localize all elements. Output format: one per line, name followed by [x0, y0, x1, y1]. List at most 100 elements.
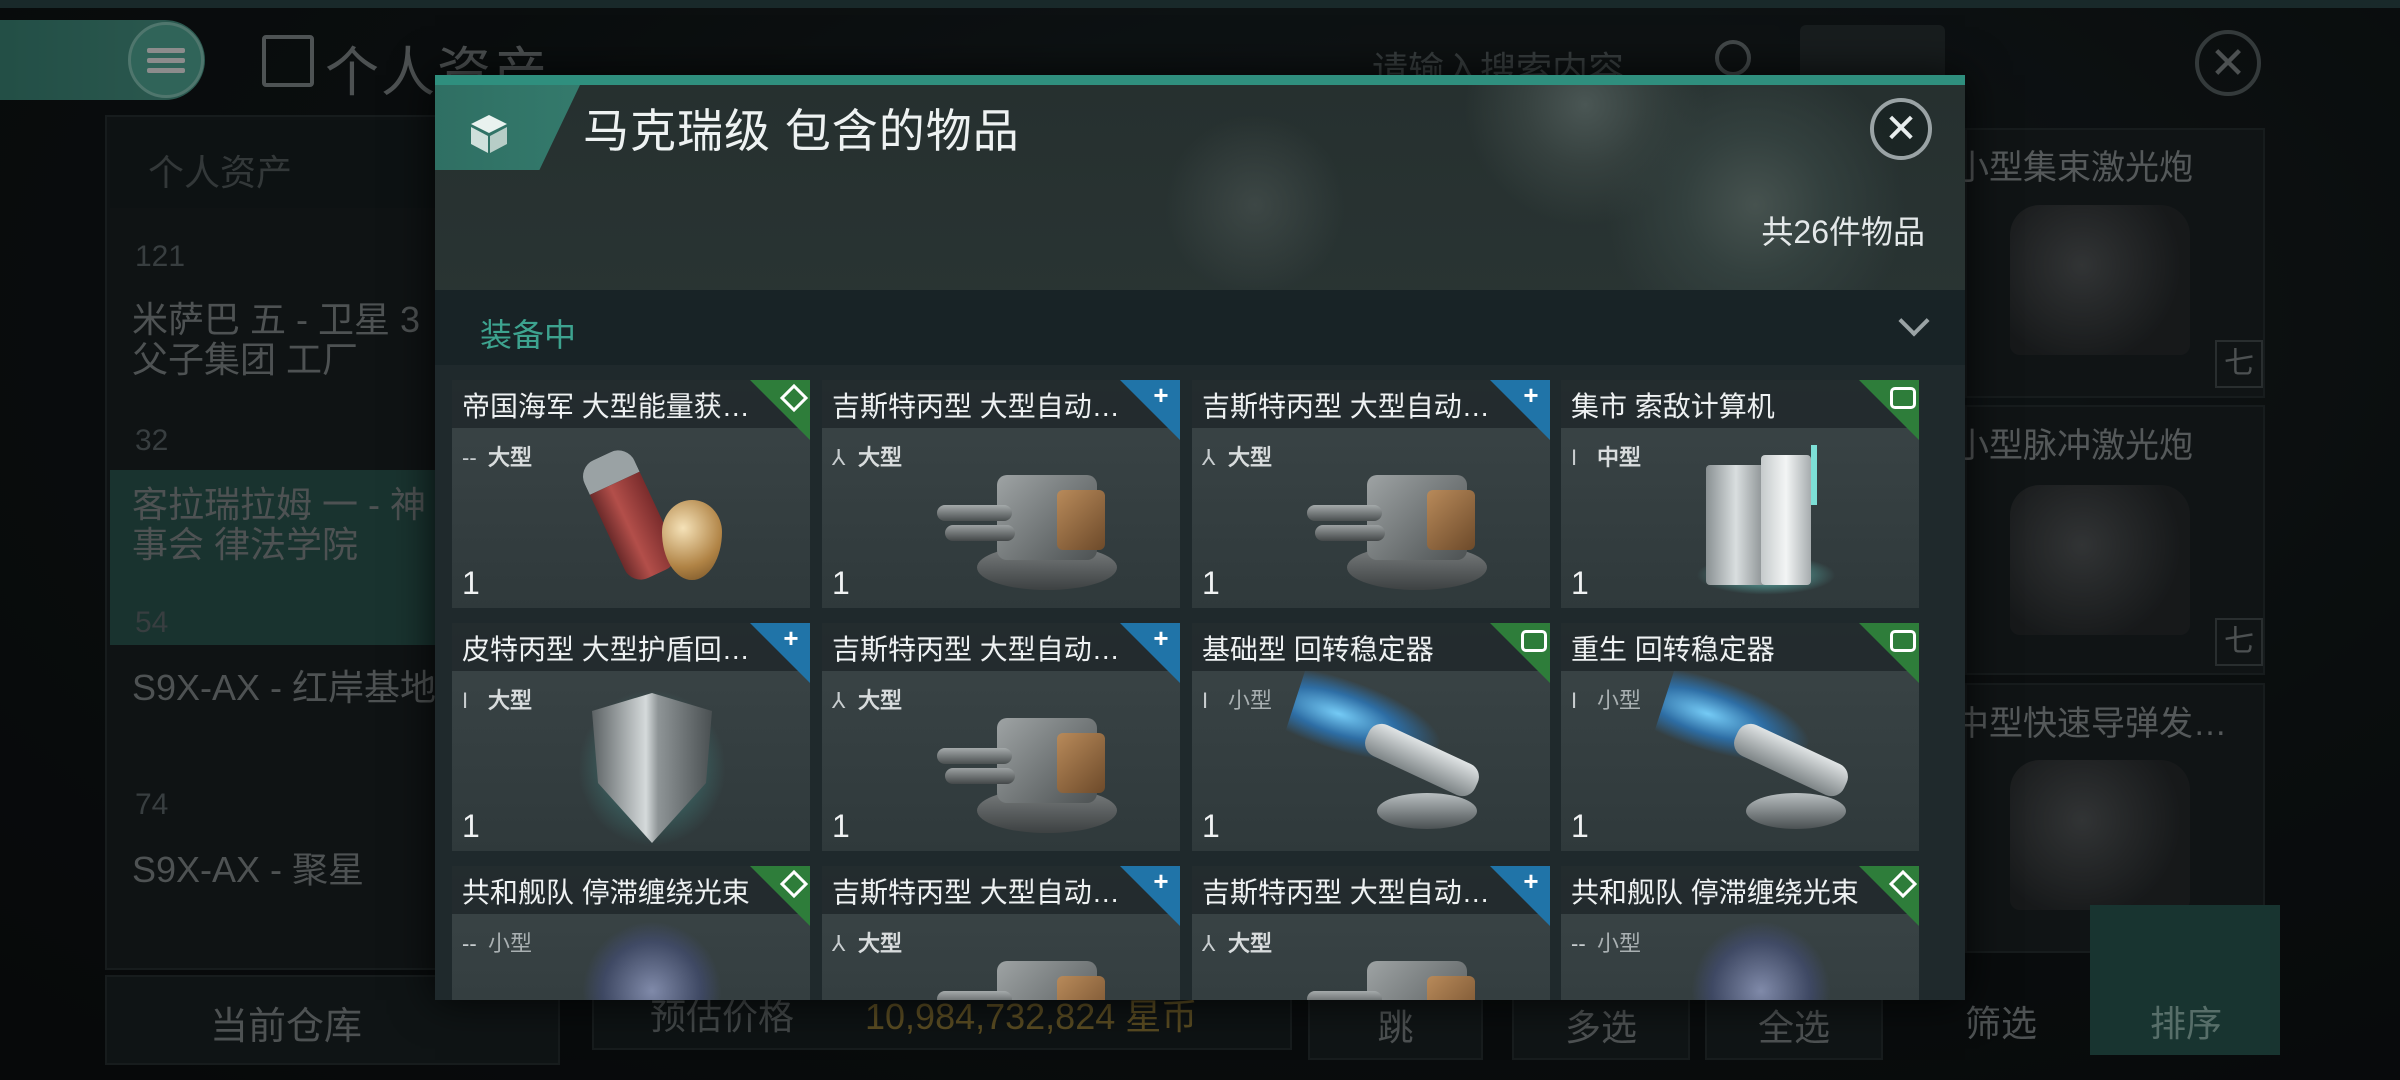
safe-icon — [262, 35, 314, 87]
item-card[interactable]: 吉斯特丙型 大型自动加… + ⅄ 大型 — [822, 866, 1180, 1000]
location-item-count: 121 — [135, 240, 186, 273]
item-meta: -- 小型 — [462, 926, 532, 958]
slot-type-icon: ⅄ — [1202, 931, 1216, 956]
item-art — [937, 450, 1137, 600]
item-art — [577, 444, 742, 600]
plus-icon: + — [1153, 380, 1169, 410]
item-name: 吉斯特丙型 大型自动加… — [832, 391, 1122, 422]
item-size: 大型 — [488, 688, 533, 713]
asset-card-art — [2010, 760, 2190, 910]
asset-card-label: 中型快速导弹发… — [1955, 705, 2227, 743]
slot-type-icon: -- — [462, 931, 477, 956]
item-quantity: 1 — [462, 565, 480, 601]
item-meta: -- 小型 — [1571, 926, 1641, 958]
item-meta: ⅄ 大型 — [832, 683, 902, 715]
sort-label: 排序 — [2150, 1003, 2223, 1044]
item-name: 共和舰队 停滞缠绕光束 — [1571, 877, 1859, 908]
location-name[interactable]: 米萨巴 五 - 卫星 3 — [132, 300, 420, 340]
item-art — [937, 936, 1137, 1000]
item-art — [582, 911, 732, 1000]
location-name[interactable]: 客拉瑞拉姆 一 - 神 — [132, 485, 426, 525]
item-card[interactable]: 重生 回转稳定器 I 小型 1 — [1561, 623, 1919, 851]
item-size: 小型 — [1597, 931, 1642, 956]
slot-type-icon: I — [1571, 688, 1578, 713]
ring-icon — [1887, 382, 1916, 409]
item-meta: ⅄ 大型 — [832, 926, 902, 958]
cargo-box-icon — [471, 115, 507, 153]
slot-type-icon: -- — [462, 445, 477, 470]
item-name: 吉斯特丙型 大型自动加… — [1202, 877, 1492, 908]
ring-icon — [1887, 625, 1916, 652]
diamond-icon — [778, 382, 804, 408]
asset-card-label: 小型集束激光炮 — [1955, 149, 2193, 187]
section-equipped-header[interactable]: 装备中 — [435, 290, 1965, 365]
item-meta: ⅄ 大型 — [1202, 926, 1272, 958]
slot-type-icon: ⅄ — [832, 931, 846, 956]
item-art — [1653, 666, 1871, 843]
item-quantity: 1 — [832, 565, 850, 601]
item-card[interactable]: 基础型 回转稳定器 I 小型 1 — [1192, 623, 1550, 851]
item-meta: I 大型 — [462, 683, 532, 715]
item-count-label: 共26件物品 — [1761, 214, 1925, 250]
contained-items-dialog: 马克瑞级 包含的物品 ✕ 共26件物品 装备中 帝国海军 大型能量获… -- 大型 1… — [435, 75, 1965, 1000]
section-equipped-label: 装备中 — [480, 317, 577, 353]
item-size: 大型 — [858, 445, 903, 470]
dialog-close-button[interactable]: ✕ — [1870, 98, 1932, 160]
menu-button[interactable] — [128, 22, 204, 98]
asset-card-badge: 七 — [2215, 618, 2263, 666]
item-meta: ⅄ 大型 — [832, 440, 902, 472]
slot-type-icon: I — [1202, 688, 1209, 713]
item-quantity: 1 — [1202, 808, 1220, 844]
plus-icon: + — [1523, 380, 1539, 410]
diamond-icon — [778, 868, 804, 894]
location-name[interactable]: S9X-AX - 红岸基地 — [132, 668, 436, 708]
item-quantity: 1 — [1571, 808, 1589, 844]
item-size: 大型 — [1228, 445, 1273, 470]
item-name: 重生 回转稳定器 — [1571, 634, 1775, 665]
plus-icon: + — [783, 623, 799, 653]
item-card[interactable]: 吉斯特丙型 大型自动加… + ⅄ 大型 1 — [1192, 380, 1550, 608]
item-card[interactable]: 吉斯特丙型 大型自动加… + ⅄ 大型 1 — [822, 380, 1180, 608]
item-card[interactable]: 吉斯特丙型 大型自动加… + ⅄ 大型 1 — [822, 623, 1180, 851]
item-name: 皮特丙型 大型护盾回… — [462, 634, 750, 665]
item-quantity: 1 — [1571, 565, 1589, 601]
slot-type-icon: -- — [1571, 931, 1586, 956]
item-art — [1307, 450, 1507, 600]
item-name: 吉斯特丙型 大型自动加… — [1202, 391, 1492, 422]
plus-icon: + — [1153, 866, 1169, 896]
item-card[interactable]: 共和舰队 停滞缠绕光束 -- 小型 — [1561, 866, 1919, 1000]
item-size: 中型 — [1597, 445, 1642, 470]
item-name: 共和舰队 停滞缠绕光束 — [462, 877, 750, 908]
item-art — [1284, 666, 1502, 843]
item-card[interactable]: 吉斯特丙型 大型自动加… + ⅄ 大型 — [1192, 866, 1550, 1000]
search-icon[interactable] — [1715, 40, 1751, 76]
item-art — [572, 683, 732, 851]
asset-card-art — [2010, 205, 2190, 355]
slot-type-icon: ⅄ — [832, 688, 846, 713]
slot-type-icon: ⅄ — [1202, 445, 1216, 470]
item-card[interactable]: 帝国海军 大型能量获… -- 大型 1 — [452, 380, 810, 608]
item-quantity: 1 — [832, 808, 850, 844]
dialog-title: 马克瑞级 包含的物品 — [583, 105, 1020, 157]
item-size: 小型 — [1228, 688, 1273, 713]
item-meta: I 小型 — [1571, 683, 1641, 715]
asset-card-art — [2010, 485, 2190, 635]
asset-card-label: 小型脉冲激光炮 — [1955, 427, 2193, 465]
item-name: 基础型 回转稳定器 — [1202, 634, 1434, 665]
item-meta: ⅄ 大型 — [1202, 440, 1272, 472]
item-size: 大型 — [858, 688, 903, 713]
item-card[interactable]: 共和舰队 停滞缠绕光束 -- 小型 — [452, 866, 810, 1000]
item-size: 小型 — [488, 931, 533, 956]
location-name: 父子集团 工厂 — [132, 339, 359, 380]
item-art — [937, 693, 1137, 843]
item-meta: I 小型 — [1202, 683, 1272, 715]
dialog-top-stripe — [435, 75, 1965, 85]
current-warehouse-label: 当前仓库 — [210, 1006, 363, 1048]
location-name[interactable]: S9X-AX - 聚星 — [132, 850, 364, 890]
item-card[interactable]: 集市 索敌计算机 I 中型 1 — [1561, 380, 1919, 608]
chevron-down-icon — [1898, 305, 1930, 337]
item-quantity: 1 — [462, 808, 480, 844]
item-size: 大型 — [1228, 931, 1273, 956]
item-card[interactable]: 皮特丙型 大型护盾回… + I 大型 1 — [452, 623, 810, 851]
close-page-button[interactable]: ✕ — [2195, 30, 2261, 96]
